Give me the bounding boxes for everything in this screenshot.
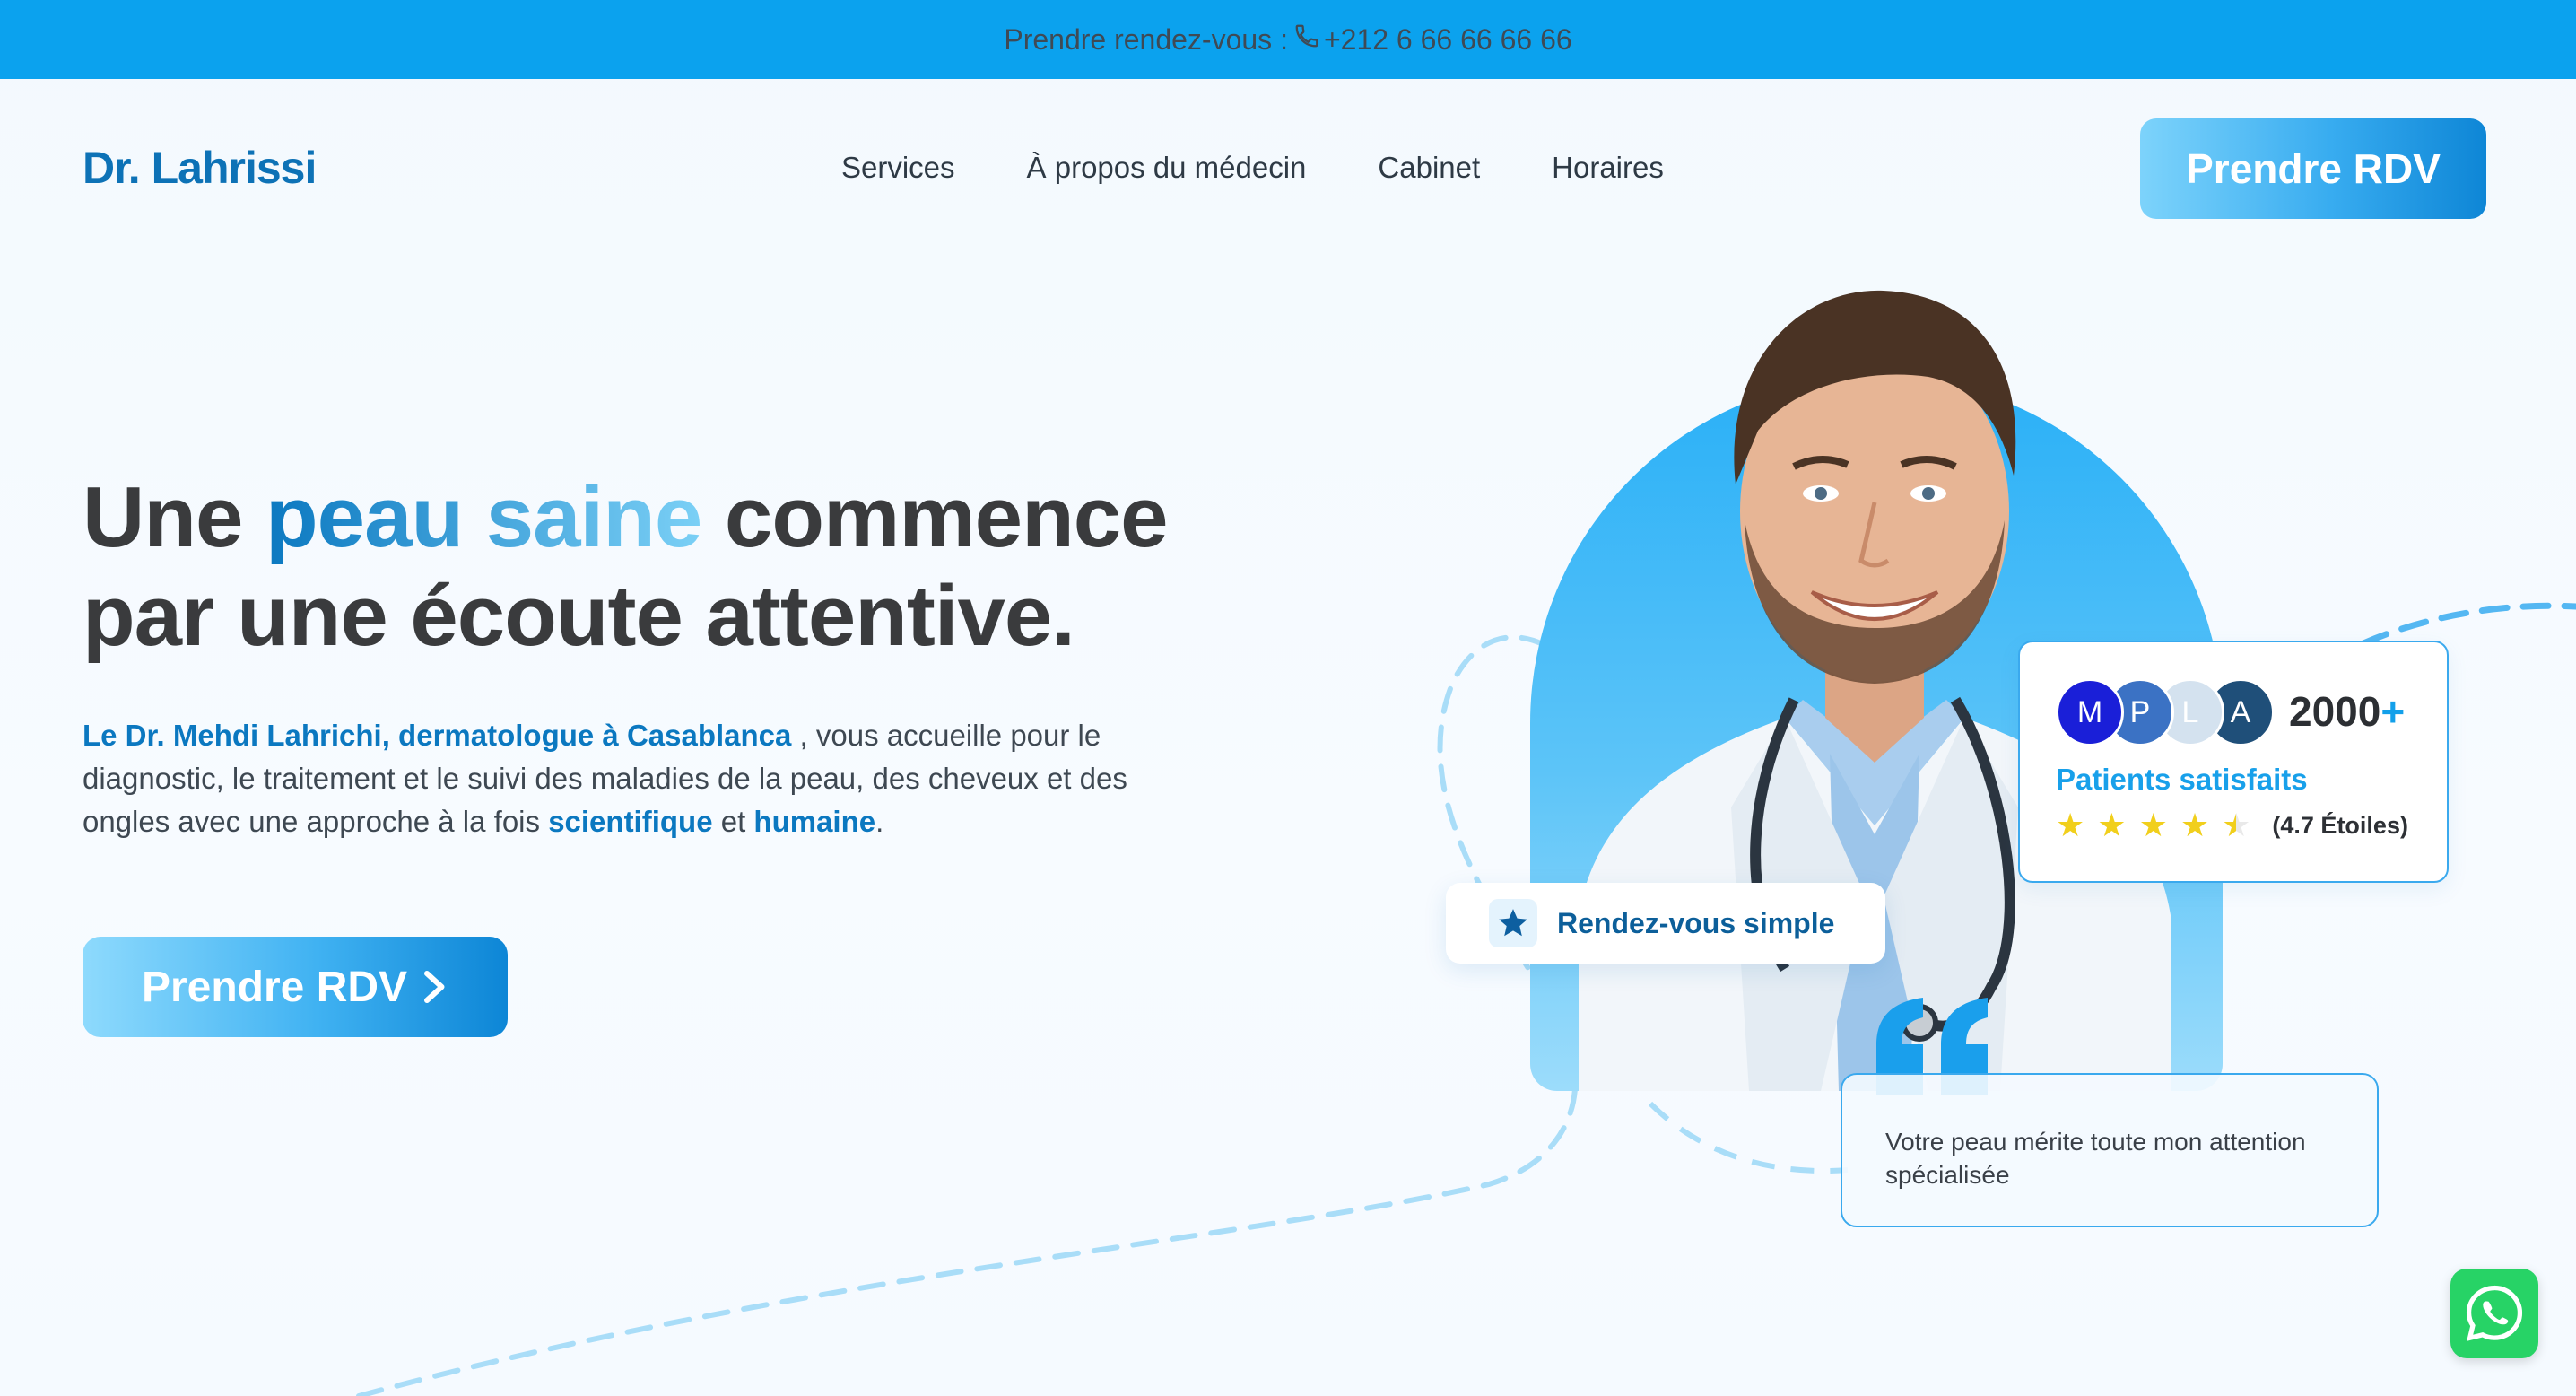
main-nav: Services À propos du médecin Cabinet Hor… <box>841 151 1664 185</box>
chevron-right-icon <box>424 971 445 1003</box>
nav-about[interactable]: À propos du médecin <box>1027 151 1307 185</box>
avatar: M <box>2056 678 2124 746</box>
desc-emphasis: humaine <box>753 805 876 838</box>
star-icon: ★ <box>2138 807 2168 843</box>
hero-title-highlight: peau saine <box>265 469 702 565</box>
easy-appointment-label: Rendez-vous simple <box>1557 906 1835 939</box>
star-rating: ★ ★ ★ ★ ★ (4.7 Étoiles) <box>2056 809 2408 842</box>
nav-hours[interactable]: Horaires <box>1552 151 1664 185</box>
desc-emphasis: scientifique <box>548 805 713 838</box>
easy-appointment-card: Rendez-vous simple <box>1446 883 1885 964</box>
hero-cta-label: Prendre RDV <box>141 963 408 1011</box>
top-bar: Prendre rendez-vous : +212 6 66 66 66 66 <box>0 0 2576 79</box>
topbar-text: Prendre rendez-vous : <box>1004 22 1288 56</box>
patients-count: 2000+ <box>2289 687 2405 736</box>
hero-title-line2: par une écoute attentive. <box>83 568 1075 664</box>
star-icon: ★ <box>2180 807 2210 843</box>
patients-card: MPLA 2000+ Patients satisfaits ★ ★ ★ ★ ★… <box>2018 641 2449 883</box>
phone-number-link[interactable]: +212 6 66 66 66 66 <box>1324 23 1572 57</box>
desc-text: . <box>875 805 884 838</box>
nav-services[interactable]: Services <box>841 151 955 185</box>
whatsapp-button[interactable] <box>2450 1269 2538 1358</box>
half-star-icon: ★ <box>2222 807 2251 843</box>
count-value: 2000 <box>2289 688 2381 735</box>
hero-description: Le Dr. Mehdi Lahrichi, dermatologue à Ca… <box>83 714 1141 843</box>
doctor-name: Le Dr. Mehdi Lahrichi, dermatologue à Ca… <box>83 719 792 752</box>
star-icon: ★ <box>2056 807 2085 843</box>
hero-appointment-button[interactable]: Prendre RDV <box>83 937 508 1037</box>
phone-icon <box>1293 22 1320 57</box>
logo[interactable]: Dr. Lahrissi <box>83 142 317 194</box>
desc-text: et <box>712 805 754 838</box>
star-icon <box>1489 899 1537 947</box>
hero-title-part: commence <box>701 469 1169 565</box>
patients-label: Patients satisfaits <box>2056 763 2308 796</box>
header-appointment-button[interactable]: Prendre RDV <box>2140 118 2486 219</box>
quote-card: Votre peau mérite toute mon attention sp… <box>1841 1073 2379 1227</box>
rating-text: (4.7 Étoiles) <box>2272 811 2408 839</box>
whatsapp-icon <box>2466 1285 2523 1341</box>
star-icon: ★ <box>2097 807 2127 843</box>
hero-title-part: Une <box>83 469 266 565</box>
avatar-group: MPLA <box>2056 678 2275 746</box>
nav-cabinet[interactable]: Cabinet <box>1378 151 1480 185</box>
count-plus: + <box>2380 688 2406 735</box>
page: Prendre rendez-vous : +212 6 66 66 66 66… <box>0 0 2576 1396</box>
hero-title: Une peau saine commence par une écoute a… <box>83 468 1249 666</box>
